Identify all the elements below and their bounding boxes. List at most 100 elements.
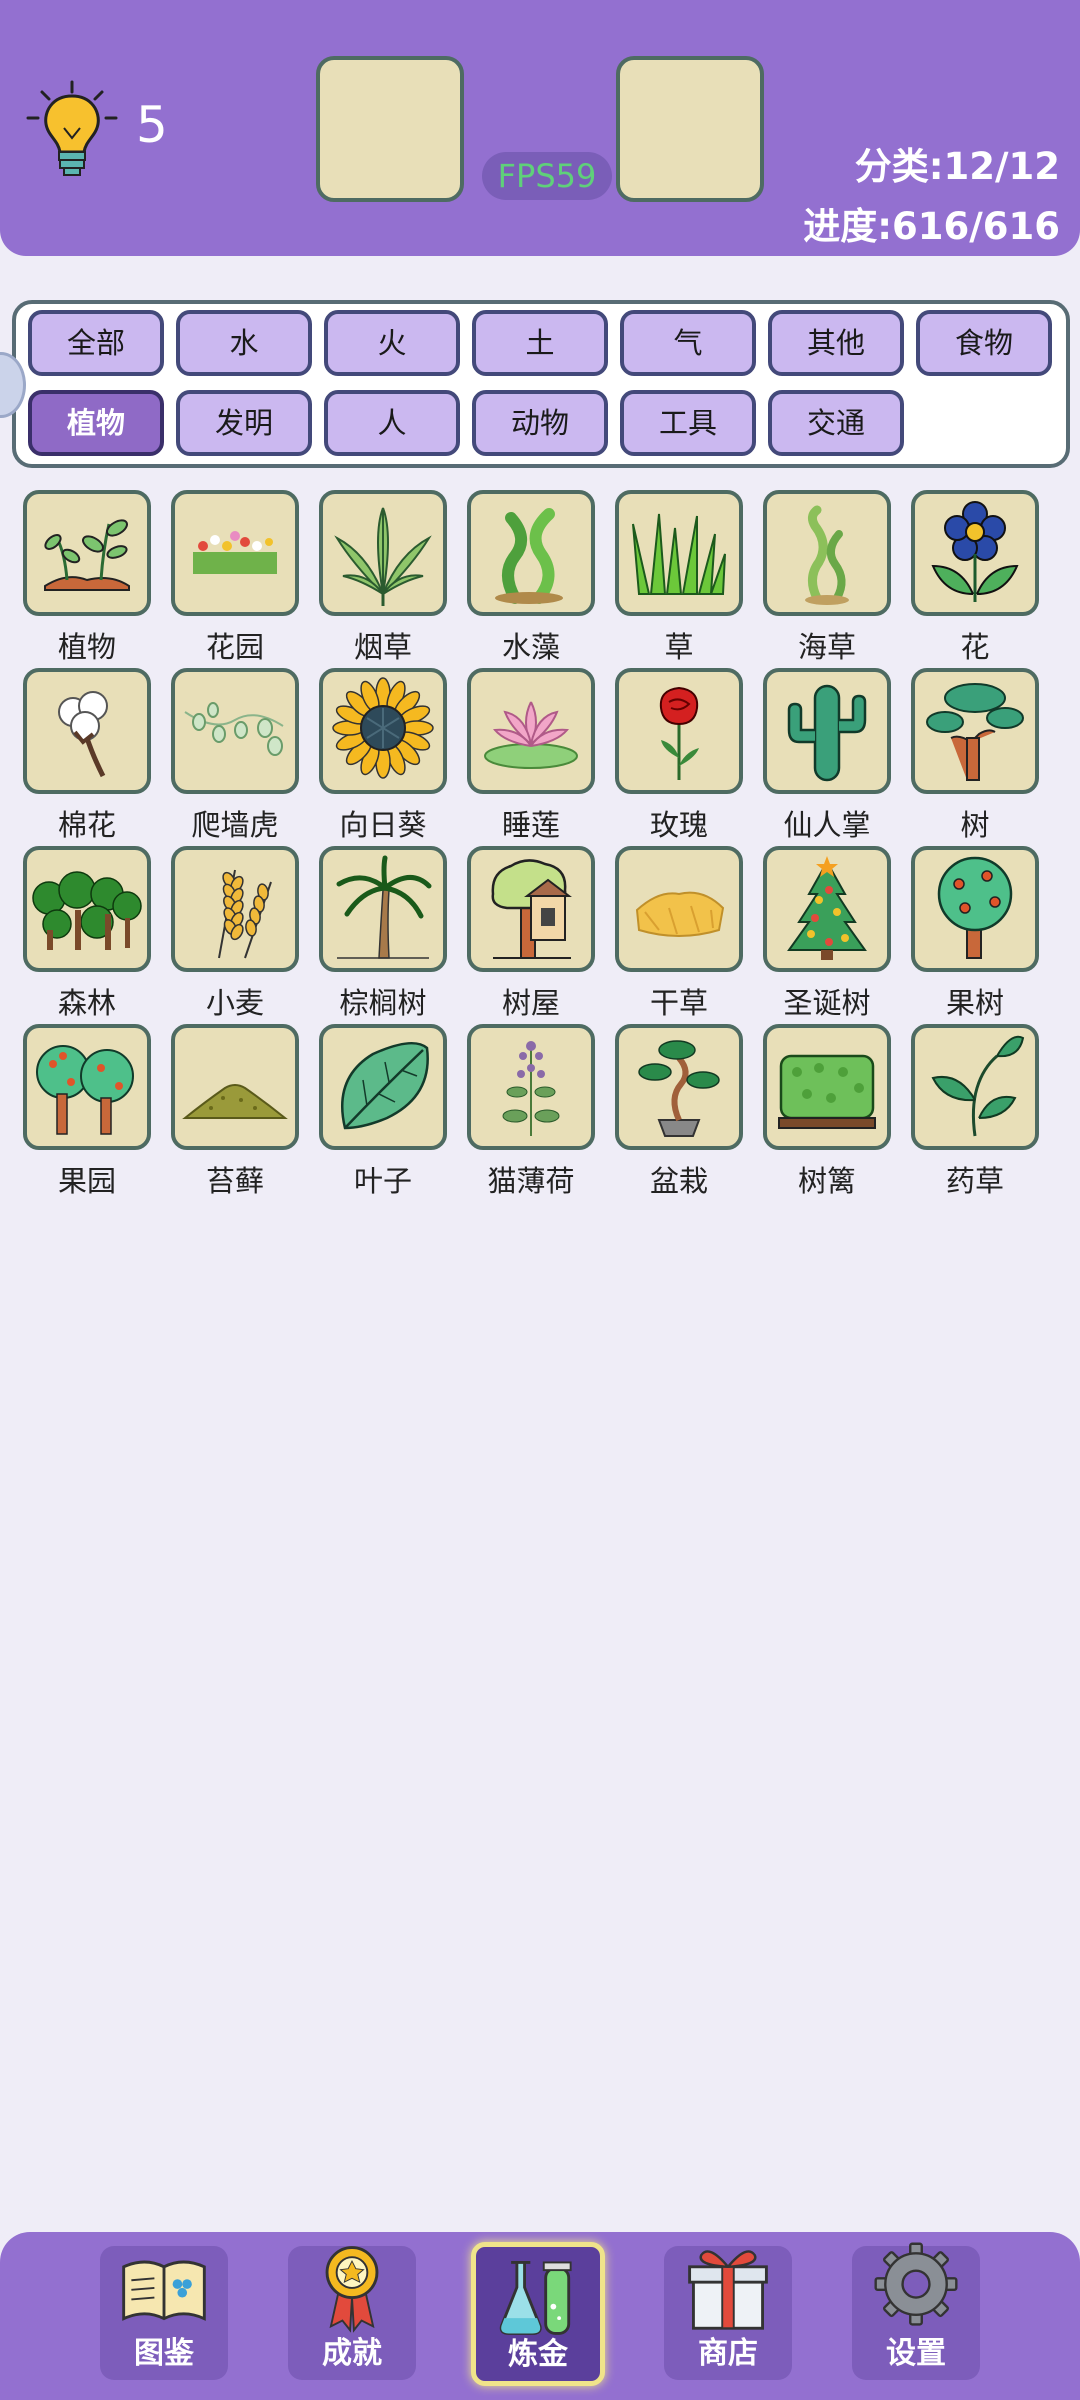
grass-icon[interactable] [615, 490, 743, 616]
filter-tab-5[interactable]: 其他 [768, 310, 904, 376]
category-stat: 分类:12/12 [854, 145, 1060, 188]
element-card[interactable]: 小麦 [171, 846, 299, 1024]
tobacco-leaf-icon[interactable] [319, 490, 447, 616]
element-card[interactable]: 仙人掌 [763, 668, 891, 846]
filter-tab-2[interactable]: 火 [324, 310, 460, 376]
orchard-icon[interactable] [23, 1024, 151, 1150]
catnip-icon[interactable] [467, 1024, 595, 1150]
element-card[interactable]: 草 [615, 490, 743, 668]
filter-tab-12[interactable]: 交通 [768, 390, 904, 456]
moss-icon[interactable] [171, 1024, 299, 1150]
element-card[interactable]: 盆栽 [615, 1024, 743, 1202]
nav-alchemy-flask-button[interactable]: 炼金 [471, 2242, 605, 2386]
sunflower-icon[interactable] [319, 668, 447, 794]
hedge-icon[interactable] [763, 1024, 891, 1150]
element-label: 圣诞树 [783, 986, 871, 1020]
combine-slot-right[interactable] [616, 56, 764, 202]
hint-count: 5 [136, 96, 168, 154]
element-label: 花园 [205, 630, 264, 664]
combine-slot-left[interactable] [316, 56, 464, 202]
element-card[interactable]: 玫瑰 [615, 668, 743, 846]
wheat-icon[interactable] [171, 846, 299, 972]
water-lily-icon[interactable] [467, 668, 595, 794]
category-filter-panel: 全部水火土气其他 食物植物 发明人动物 工具 交通 [12, 300, 1070, 468]
nav-label: 商店 [698, 2336, 758, 2371]
nav-gear-button[interactable]: 设置 [852, 2242, 980, 2380]
filter-tab-9[interactable]: 人 [324, 390, 460, 456]
filter-tab-8[interactable]: 发明 [176, 390, 312, 456]
element-card[interactable]: 树篱 [763, 1024, 891, 1202]
element-label: 猫薄荷 [487, 1164, 575, 1198]
filter-tab-3[interactable]: 土 [472, 310, 608, 376]
element-label: 海草 [797, 630, 856, 664]
element-card[interactable]: 苔藓 [171, 1024, 299, 1202]
nav-gift-box-button[interactable]: 商店 [664, 2246, 792, 2380]
sprout-icon[interactable] [23, 490, 151, 616]
element-card[interactable]: 棉花 [23, 668, 151, 846]
element-label: 水藻 [501, 630, 560, 664]
fruit-tree-icon[interactable] [911, 846, 1039, 972]
flower-icon[interactable] [911, 490, 1039, 616]
element-label: 果园 [57, 1164, 116, 1198]
element-card[interactable]: 水藻 [467, 490, 595, 668]
hay-icon[interactable] [615, 846, 743, 972]
element-card[interactable]: 睡莲 [467, 668, 595, 846]
element-card[interactable]: 花园 [171, 490, 299, 668]
element-label: 爬墙虎 [191, 808, 279, 842]
nav-encyclopedia-book-button[interactable]: 图鉴 [100, 2246, 228, 2380]
cotton-icon[interactable] [23, 668, 151, 794]
palm-tree-icon[interactable] [319, 846, 447, 972]
forest-icon[interactable] [23, 846, 151, 972]
element-card[interactable]: 果树 [911, 846, 1039, 1024]
algae-icon[interactable] [467, 490, 595, 616]
nav-achievement-medal-button[interactable]: 成就 [288, 2246, 416, 2380]
cactus-icon[interactable] [763, 668, 891, 794]
rose-icon[interactable] [615, 668, 743, 794]
leaf-icon[interactable] [319, 1024, 447, 1150]
bonsai-icon[interactable] [615, 1024, 743, 1150]
element-card[interactable]: 圣诞树 [763, 846, 891, 1024]
element-card[interactable]: 棕榈树 [319, 846, 447, 1024]
element-label: 烟草 [353, 630, 412, 664]
element-card[interactable]: 森林 [23, 846, 151, 1024]
nav-label: 图鉴 [134, 2336, 194, 2371]
element-label: 盆栽 [649, 1164, 708, 1198]
element-label: 树屋 [501, 986, 560, 1020]
filter-tab-4[interactable]: 气 [620, 310, 756, 376]
filter-tab-1[interactable]: 水 [176, 310, 312, 376]
element-card[interactable]: 干草 [615, 846, 743, 1024]
element-card[interactable]: 烟草 [319, 490, 447, 668]
garden-icon[interactable] [171, 490, 299, 616]
element-card[interactable]: 药草 [911, 1024, 1039, 1202]
lightbulb-icon[interactable] [22, 78, 122, 183]
filter-tab-10[interactable]: 动物 [472, 390, 608, 456]
element-card[interactable]: 花 [911, 490, 1039, 668]
ivy-icon[interactable] [171, 668, 299, 794]
filter-tab-6[interactable]: 食物 [916, 310, 1052, 376]
christmas-tree-icon[interactable] [763, 846, 891, 972]
bottom-nav: 图鉴 成就 炼金 商店 设置 [0, 2232, 1080, 2400]
element-card[interactable]: 海草 [763, 490, 891, 668]
element-card[interactable]: 向日葵 [319, 668, 447, 846]
filter-tab-11[interactable]: 工具 [620, 390, 756, 456]
filter-tab-0[interactable]: 全部 [28, 310, 164, 376]
herb-icon[interactable] [911, 1024, 1039, 1150]
element-card[interactable]: 树 [911, 668, 1039, 846]
nav-label: 炼金 [508, 2337, 568, 2372]
element-card[interactable]: 爬墙虎 [171, 668, 299, 846]
element-label: 睡莲 [501, 808, 560, 842]
element-label: 森林 [57, 986, 116, 1020]
tree-icon[interactable] [911, 668, 1039, 794]
seaweed-icon[interactable] [763, 490, 891, 616]
filter-tab-7[interactable]: 植物 [28, 390, 164, 456]
element-card[interactable]: 果园 [23, 1024, 151, 1202]
fps-counter: FPS59 [482, 152, 612, 200]
element-card[interactable]: 叶子 [319, 1024, 447, 1202]
element-label: 草 [664, 630, 694, 664]
nav-label: 成就 [322, 2336, 382, 2371]
element-card[interactable]: 树屋 [467, 846, 595, 1024]
element-card[interactable]: 猫薄荷 [467, 1024, 595, 1202]
element-label: 玫瑰 [649, 808, 708, 842]
element-card[interactable]: 植物 [23, 490, 151, 668]
treehouse-icon[interactable] [467, 846, 595, 972]
